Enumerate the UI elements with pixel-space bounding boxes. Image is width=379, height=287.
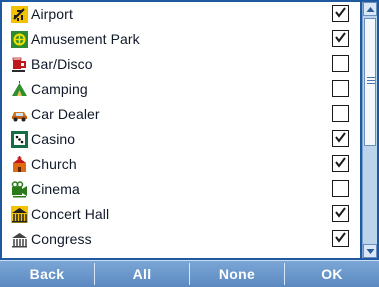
checkbox-congress[interactable] (332, 230, 349, 247)
chevron-down-icon (366, 249, 375, 254)
checkbox-car-dealer[interactable] (332, 105, 349, 122)
bar-disco-icon (11, 56, 28, 73)
checkbox-casino[interactable] (332, 130, 349, 147)
list-item-camping[interactable]: Camping (2, 77, 360, 102)
list-item-car-dealer[interactable]: Car Dealer (2, 102, 360, 127)
list-item-church[interactable]: Church (2, 152, 360, 177)
list-item-concert-hall[interactable]: Concert Hall (2, 202, 360, 227)
list-item-casino[interactable]: Casino (2, 127, 360, 152)
list-item-label: Concert Hall (31, 206, 110, 222)
list-item-bar-disco[interactable]: Bar/Disco (2, 52, 360, 77)
list-item-label: Cinema (31, 181, 80, 197)
chevron-up-icon (366, 7, 375, 12)
list-item-label: Bar/Disco (31, 56, 93, 72)
list-item-label: Church (31, 156, 77, 172)
select-all-button[interactable]: All (95, 261, 189, 287)
list-item-congress[interactable]: Congress (2, 227, 360, 252)
scroll-down-button[interactable] (363, 244, 377, 258)
select-none-button[interactable]: None (190, 261, 284, 287)
vertical-scrollbar[interactable] (362, 2, 377, 258)
back-button[interactable]: Back (0, 261, 94, 287)
list-item-label: Camping (31, 81, 88, 97)
list-item-airport[interactable]: Airport (2, 2, 360, 27)
checkbox-church[interactable] (332, 155, 349, 172)
list-item-cinema[interactable]: Cinema (2, 177, 360, 202)
amusement-park-icon (11, 31, 28, 48)
checkbox-cinema[interactable] (332, 180, 349, 197)
checkbox-concert-hall[interactable] (332, 205, 349, 222)
checkbox-amusement-park[interactable] (332, 30, 349, 47)
thumb-grip-line (367, 77, 375, 78)
list-item-label: Casino (31, 131, 76, 147)
checkbox-bar-disco[interactable] (332, 55, 349, 72)
thumb-grip-line (367, 83, 375, 84)
scroll-thumb[interactable] (364, 18, 376, 146)
bottom-toolbar: Back All None OK (0, 260, 379, 287)
category-list: Airport Amusement Park Bar/Disco Camping… (2, 2, 360, 258)
checkbox-camping[interactable] (332, 80, 349, 97)
casino-icon (11, 131, 28, 148)
congress-icon (11, 231, 28, 248)
ok-button[interactable]: OK (285, 261, 379, 287)
church-icon (11, 156, 28, 173)
cinema-icon (11, 181, 28, 198)
car-dealer-icon (11, 106, 28, 123)
airplane-icon (11, 6, 28, 23)
poi-category-dialog: Airport Amusement Park Bar/Disco Camping… (0, 0, 379, 287)
list-item-label: Car Dealer (31, 106, 100, 122)
scroll-up-button[interactable] (363, 2, 377, 16)
list-item-label: Congress (31, 231, 92, 247)
checkbox-airport[interactable] (332, 5, 349, 22)
concert-hall-icon (11, 206, 28, 223)
list-item-label: Airport (31, 6, 73, 22)
list-item-amusement-park[interactable]: Amusement Park (2, 27, 360, 52)
camping-icon (11, 81, 28, 98)
thumb-grip-line (367, 80, 375, 81)
list-item-label: Amusement Park (31, 31, 140, 47)
